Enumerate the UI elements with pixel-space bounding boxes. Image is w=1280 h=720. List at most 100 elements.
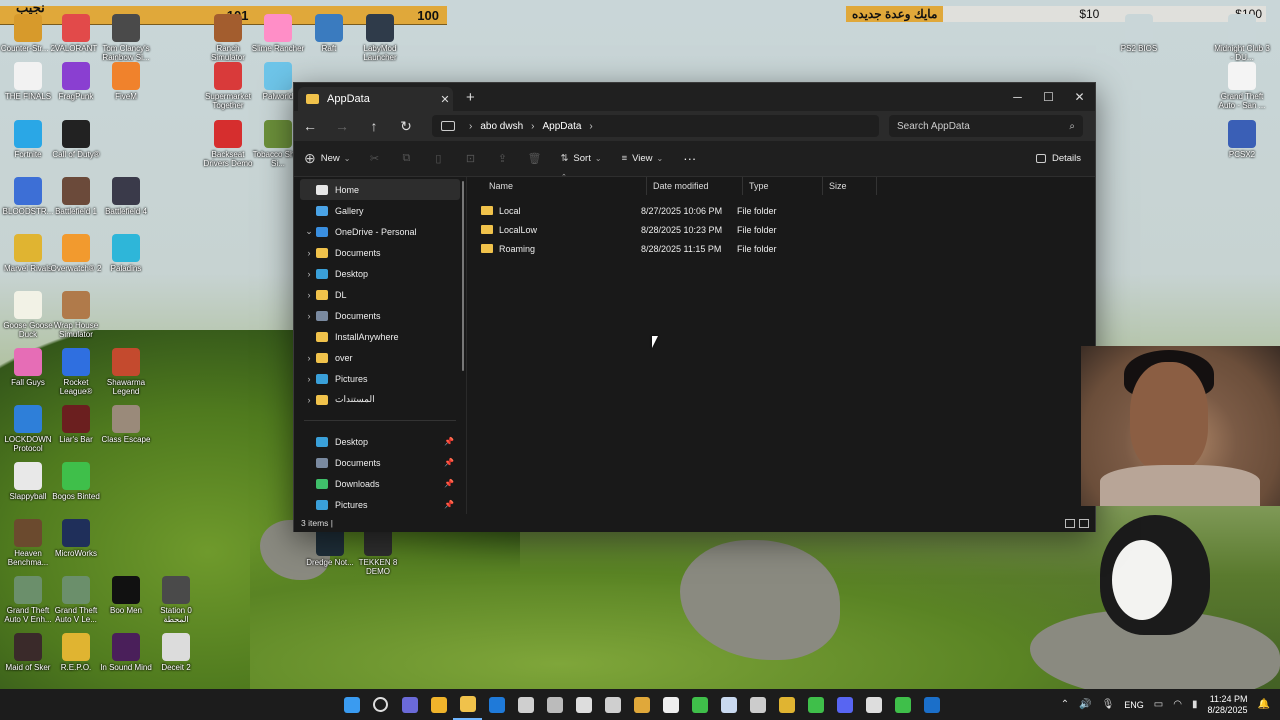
- share-icon[interactable]: ⇪: [486, 152, 518, 165]
- nav-item[interactable]: › Documents: [294, 242, 466, 263]
- chevron-icon[interactable]: ›: [302, 269, 316, 279]
- taskbar-bios-app[interactable]: [743, 689, 772, 720]
- quick-access-item[interactable]: Downloads 📌: [294, 473, 466, 494]
- new-button[interactable]: ⊕ New ⌄: [304, 150, 350, 167]
- close-window-button[interactable]: ✕: [1064, 83, 1095, 111]
- breadcrumb[interactable]: › abo dwsh › AppData ›: [432, 115, 879, 137]
- new-tab-button[interactable]: +: [466, 89, 475, 106]
- desktop-icon[interactable]: VALORANT: [48, 14, 104, 53]
- nav-item[interactable]: › DL: [294, 284, 466, 305]
- desktop-icon[interactable]: Boo Men: [98, 576, 154, 615]
- taskbar-chrome[interactable]: [772, 689, 801, 720]
- desktop-icon[interactable]: Bogos Binted: [48, 462, 104, 501]
- details-button[interactable]: Details: [1035, 153, 1081, 164]
- microphone-icon[interactable]: 🎙: [1102, 699, 1115, 710]
- desktop-icon[interactable]: Raft: [301, 14, 357, 53]
- taskbar-capcut[interactable]: [656, 689, 685, 720]
- quick-access-item[interactable]: Pictures 📌: [294, 494, 466, 515]
- desktop-icon[interactable]: Grand Theft Auto V Le...: [48, 576, 104, 624]
- desktop-icon[interactable]: Rocket League®: [48, 348, 104, 396]
- desktop-icon[interactable]: MicroWorks: [48, 519, 104, 558]
- taskbar-start[interactable]: [337, 689, 366, 720]
- column-name[interactable]: Name: [467, 177, 647, 195]
- taskbar-game-pass[interactable]: [888, 689, 917, 720]
- desktop-icon[interactable]: Class Escape: [98, 405, 154, 444]
- paste-icon[interactable]: ▯: [422, 152, 454, 165]
- desktop-icon[interactable]: Grand Theft Auto - San ...: [1214, 62, 1270, 110]
- taskbar-yellow-app[interactable]: [424, 689, 453, 720]
- desktop-icon[interactable]: Call of Duty®: [48, 120, 104, 159]
- breadcrumb-appdata[interactable]: AppData: [543, 121, 582, 132]
- language-indicator[interactable]: ENG: [1124, 700, 1144, 710]
- battery-icon[interactable]: ▮: [1192, 699, 1198, 710]
- desktop-icon[interactable]: FiveM: [98, 62, 154, 101]
- desktop-icon[interactable]: Liar's Bar: [48, 405, 104, 444]
- nav-item[interactable]: › Documents: [294, 305, 466, 326]
- chevron-icon[interactable]: ›: [302, 353, 316, 363]
- details-view-icon[interactable]: [1065, 518, 1075, 528]
- chevron-icon[interactable]: ›: [302, 290, 316, 300]
- nav-item[interactable]: ⌄ OneDrive - Personal: [294, 221, 466, 242]
- taskbar-discord[interactable]: [830, 689, 859, 720]
- chevron-icon[interactable]: ›: [302, 248, 316, 258]
- breadcrumb-abo-dwsh[interactable]: abo dwsh: [480, 121, 523, 132]
- desktop-icon[interactable]: Tom Clancy's Rainbow Si...: [98, 14, 154, 62]
- refresh-button[interactable]: ↻: [390, 118, 422, 135]
- desktop-icon[interactable]: LabyMod Launcher: [352, 14, 408, 62]
- taskbar-obs[interactable]: [859, 689, 888, 720]
- taskbar-unity[interactable]: [540, 689, 569, 720]
- wifi-icon[interactable]: ◠: [1173, 699, 1182, 710]
- desktop-icon[interactable]: In Sound Mind: [98, 633, 154, 672]
- desktop-icon[interactable]: FragPunk: [48, 62, 104, 101]
- desktop-icon[interactable]: Overwatch® 2: [48, 234, 104, 273]
- desktop-icon[interactable]: Deceit 2: [148, 633, 204, 672]
- file-row[interactable]: Local 8/27/2025 10:06 PM File folder: [467, 201, 1095, 220]
- chevron-up-icon[interactable]: ⌃: [1061, 699, 1069, 710]
- chevron-icon[interactable]: ›: [302, 311, 316, 321]
- desktop-icon[interactable]: Supermarket Together: [200, 62, 256, 110]
- taskbar-chrome-2[interactable]: [801, 689, 830, 720]
- desktop-icon[interactable]: Ranch Simulator: [200, 14, 256, 62]
- delete-icon[interactable]: 🗑: [518, 152, 550, 165]
- quick-access-item[interactable]: Desktop 📌: [294, 431, 466, 452]
- taskbar-teams[interactable]: [395, 689, 424, 720]
- file-row[interactable]: LocalLow 8/28/2025 10:23 PM File folder: [467, 220, 1095, 239]
- taskbar-stack-app[interactable]: [627, 689, 656, 720]
- display-icon[interactable]: ▭: [1154, 699, 1163, 710]
- desktop-icon[interactable]: Slime Rancher: [250, 14, 306, 53]
- copy-icon[interactable]: ⧉: [390, 152, 422, 165]
- chevron-icon[interactable]: ›: [302, 395, 316, 405]
- desktop-icon[interactable]: Wrap House Simulator: [48, 291, 104, 339]
- taskbar-outlook[interactable]: [482, 689, 511, 720]
- taskbar-xbox[interactable]: [685, 689, 714, 720]
- nav-item[interactable]: › Pictures: [294, 368, 466, 389]
- taskbar-app-10[interactable]: [598, 689, 627, 720]
- file-row[interactable]: Roaming 8/28/2025 11:15 PM File folder: [467, 239, 1095, 258]
- nav-item[interactable]: InstallAnywhere: [294, 326, 466, 347]
- forward-button[interactable]: →: [326, 118, 358, 134]
- taskbar-steam-store[interactable]: [714, 689, 743, 720]
- tiles-view-icon[interactable]: [1079, 518, 1089, 528]
- column-date-modified[interactable]: Date modified: [647, 177, 743, 195]
- taskbar-openai[interactable]: [569, 689, 598, 720]
- chevron-icon[interactable]: ⌄: [302, 226, 316, 237]
- more-options-button[interactable]: ···: [683, 151, 696, 166]
- clock[interactable]: 11:24 PM 8/28/2025: [1208, 694, 1248, 716]
- up-button[interactable]: ↑: [358, 118, 390, 134]
- taskbar-search[interactable]: [366, 689, 395, 720]
- nav-item[interactable]: Home: [300, 179, 460, 200]
- minimize-button[interactable]: ─: [1002, 83, 1033, 111]
- notification-icon[interactable]: 🔔: [1258, 699, 1270, 710]
- nav-item[interactable]: › over: [294, 347, 466, 368]
- column-size[interactable]: Size: [823, 177, 877, 195]
- nav-item[interactable]: Gallery: [294, 200, 466, 221]
- search-input[interactable]: Search AppData ⌕: [889, 115, 1083, 137]
- rename-icon[interactable]: ⊡: [454, 152, 486, 165]
- close-tab-icon[interactable]: ✕: [437, 93, 453, 106]
- taskbar-file-explorer[interactable]: [453, 689, 482, 720]
- desktop-icon[interactable]: Midnight Club 3 - DU...: [1214, 14, 1270, 62]
- tab-appdata[interactable]: AppData ✕: [298, 87, 453, 111]
- desktop-icon[interactable]: PS2 BIOS: [1111, 14, 1167, 53]
- cut-icon[interactable]: ✂: [358, 152, 390, 165]
- nav-item[interactable]: › Desktop: [294, 263, 466, 284]
